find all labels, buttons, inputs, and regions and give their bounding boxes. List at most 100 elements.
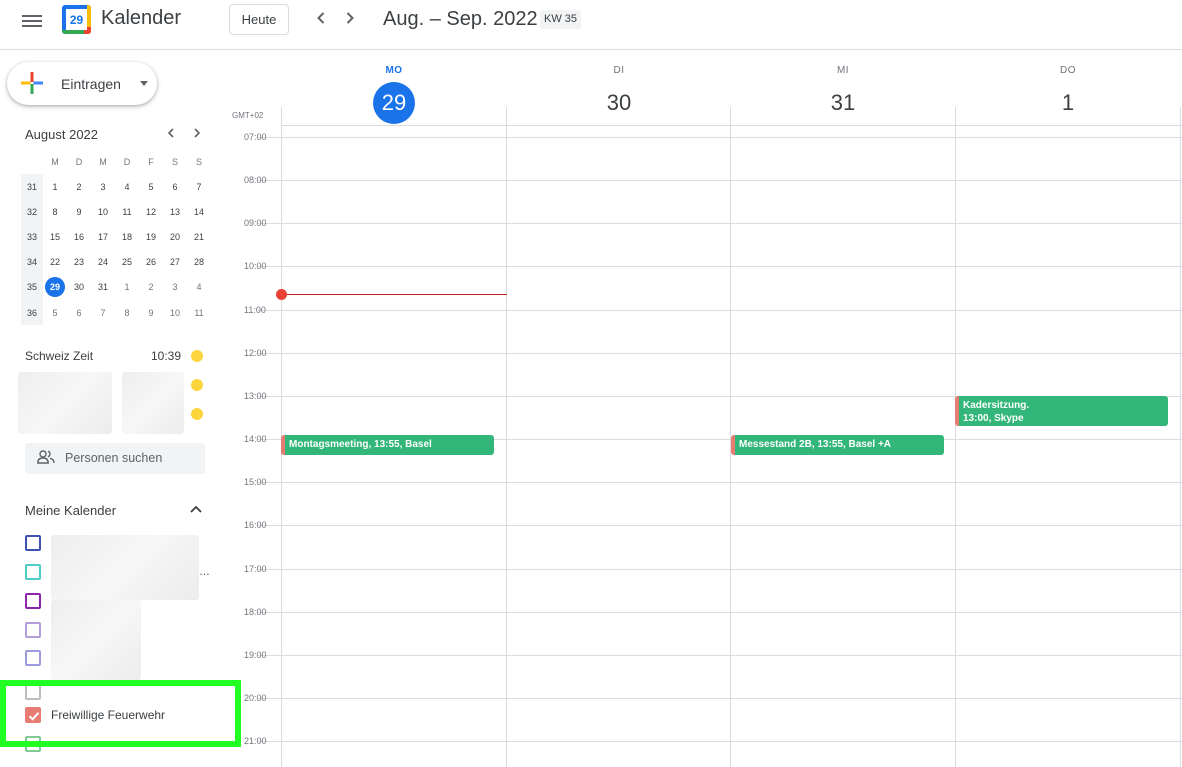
calendar-checkbox[interactable] [25, 650, 41, 666]
week-header-corner [21, 150, 43, 174]
event-messestand[interactable]: Messestand 2B, 13:55, Basel +A [731, 435, 944, 455]
mini-day[interactable]: 31 [91, 275, 115, 300]
mini-day[interactable]: 7 [91, 300, 115, 325]
mini-day[interactable]: 28 [187, 250, 211, 275]
sun-icon [191, 408, 203, 420]
mini-day-today[interactable]: 29 [43, 275, 67, 300]
current-time-dot [276, 289, 287, 300]
mini-day[interactable]: 1 [43, 174, 67, 199]
mini-day[interactable]: 5 [43, 300, 67, 325]
mini-day-number: 31 [97, 282, 108, 293]
mini-next-month-icon[interactable] [189, 125, 205, 143]
mini-day[interactable]: 3 [91, 174, 115, 199]
hour-label: 20:00 [244, 693, 267, 703]
mini-day[interactable]: 20 [163, 224, 187, 249]
mini-day[interactable]: 2 [67, 174, 91, 199]
day-number[interactable]: 31 [822, 82, 864, 124]
mini-day[interactable]: 30 [67, 275, 91, 300]
mini-day[interactable]: 3 [163, 275, 187, 300]
mini-day[interactable]: 12 [139, 199, 163, 224]
mini-day[interactable]: 22 [43, 250, 67, 275]
week-number[interactable]: 32 [21, 199, 43, 225]
mini-day[interactable]: 24 [91, 250, 115, 275]
calendar-checkbox[interactable] [25, 535, 41, 551]
week-number-badge: KW 35 [540, 10, 582, 29]
mini-day-number: 2 [76, 181, 82, 192]
day-number[interactable]: 1 [1047, 82, 1089, 124]
mini-day[interactable]: 10 [91, 199, 115, 224]
event-montagsmeeting[interactable]: Montagsmeeting, 13:55, Basel [281, 435, 494, 455]
day-number-today[interactable]: 29 [373, 82, 415, 124]
mini-day-number: 10 [97, 206, 108, 217]
week-number[interactable]: 36 [21, 299, 43, 326]
mini-week-row: 31 1 2 3 4 5 6 7 [21, 174, 211, 200]
main-menu-icon[interactable] [22, 12, 42, 28]
calendar-checkbox[interactable] [25, 593, 41, 609]
date-range-title: Aug. – Sep. 2022 [383, 8, 538, 30]
mini-day[interactable]: 9 [139, 300, 163, 325]
calendar-checkbox[interactable] [25, 707, 41, 723]
weekday-header: D [75, 157, 83, 167]
week-number[interactable]: 34 [21, 249, 43, 275]
week-number[interactable]: 35 [21, 274, 43, 300]
day-of-week: MO [385, 65, 403, 76]
mini-day[interactable]: 19 [139, 224, 163, 249]
mini-day[interactable]: 4 [115, 174, 139, 199]
today-button[interactable]: Heute [229, 4, 289, 35]
people-search-input[interactable]: Personen suchen [25, 443, 205, 474]
mini-day-number: 7 [100, 307, 106, 318]
calendar-checkbox[interactable] [25, 736, 41, 752]
mini-day[interactable]: 7 [187, 174, 211, 199]
mini-day[interactable]: 11 [187, 300, 211, 325]
mini-day[interactable]: 6 [163, 174, 187, 199]
mini-day[interactable]: 4 [187, 275, 211, 300]
chevron-right-icon[interactable] [340, 8, 360, 30]
create-button[interactable]: Eintragen [7, 62, 157, 105]
mini-day[interactable]: 8 [115, 300, 139, 325]
hour-line [258, 525, 1182, 526]
mini-day[interactable]: 15 [43, 224, 67, 249]
calendar-checkbox[interactable] [25, 684, 41, 700]
week-number[interactable]: 31 [21, 174, 43, 200]
blurred-content [122, 372, 184, 434]
hour-label: 18:00 [244, 607, 267, 617]
calendar-label[interactable]: Freiwillige Feuerwehr [51, 708, 165, 722]
mini-day[interactable]: 26 [139, 250, 163, 275]
mini-day-number: 6 [172, 181, 178, 192]
weekday-header: S [171, 157, 178, 167]
mini-day[interactable]: 2 [139, 275, 163, 300]
mini-day[interactable]: 13 [163, 199, 187, 224]
mini-day[interactable]: 1 [115, 275, 139, 300]
hour-label: 10:00 [244, 261, 267, 271]
mini-day[interactable]: 6 [67, 300, 91, 325]
mini-day[interactable]: 17 [91, 224, 115, 249]
mini-week-row: 34 22 23 24 25 26 27 28 [21, 249, 211, 275]
mini-day[interactable]: 18 [115, 224, 139, 249]
chevron-left-icon[interactable] [311, 8, 331, 30]
mini-day[interactable]: 8 [43, 199, 67, 224]
week-number[interactable]: 33 [21, 224, 43, 250]
check-icon [28, 712, 40, 721]
mini-day[interactable]: 10 [163, 300, 187, 325]
mini-day[interactable]: 21 [187, 224, 211, 249]
event-kadersitzung[interactable]: Kadersitzung. 13:00, Skype [955, 396, 1168, 426]
mini-week-row: 32 8 9 10 11 12 13 14 [21, 199, 211, 225]
mini-day[interactable]: 5 [139, 174, 163, 199]
mini-day[interactable]: 27 [163, 250, 187, 275]
mini-day[interactable]: 14 [187, 199, 211, 224]
mini-prev-month-icon[interactable] [163, 125, 179, 143]
mini-day[interactable]: 11 [115, 199, 139, 224]
calendar-checkbox[interactable] [25, 564, 41, 580]
chevron-up-icon[interactable] [189, 502, 203, 516]
mini-day[interactable]: 16 [67, 224, 91, 249]
blurred-content [51, 535, 199, 600]
day-column-divider [955, 107, 956, 767]
day-number[interactable]: 30 [598, 82, 640, 124]
calendar-checkbox[interactable] [25, 622, 41, 638]
mini-day[interactable]: 23 [67, 250, 91, 275]
blurred-content [18, 372, 112, 434]
mini-day[interactable]: 25 [115, 250, 139, 275]
hour-line [258, 180, 1182, 181]
mini-day[interactable]: 9 [67, 199, 91, 224]
mini-day-number: 3 [172, 282, 178, 293]
